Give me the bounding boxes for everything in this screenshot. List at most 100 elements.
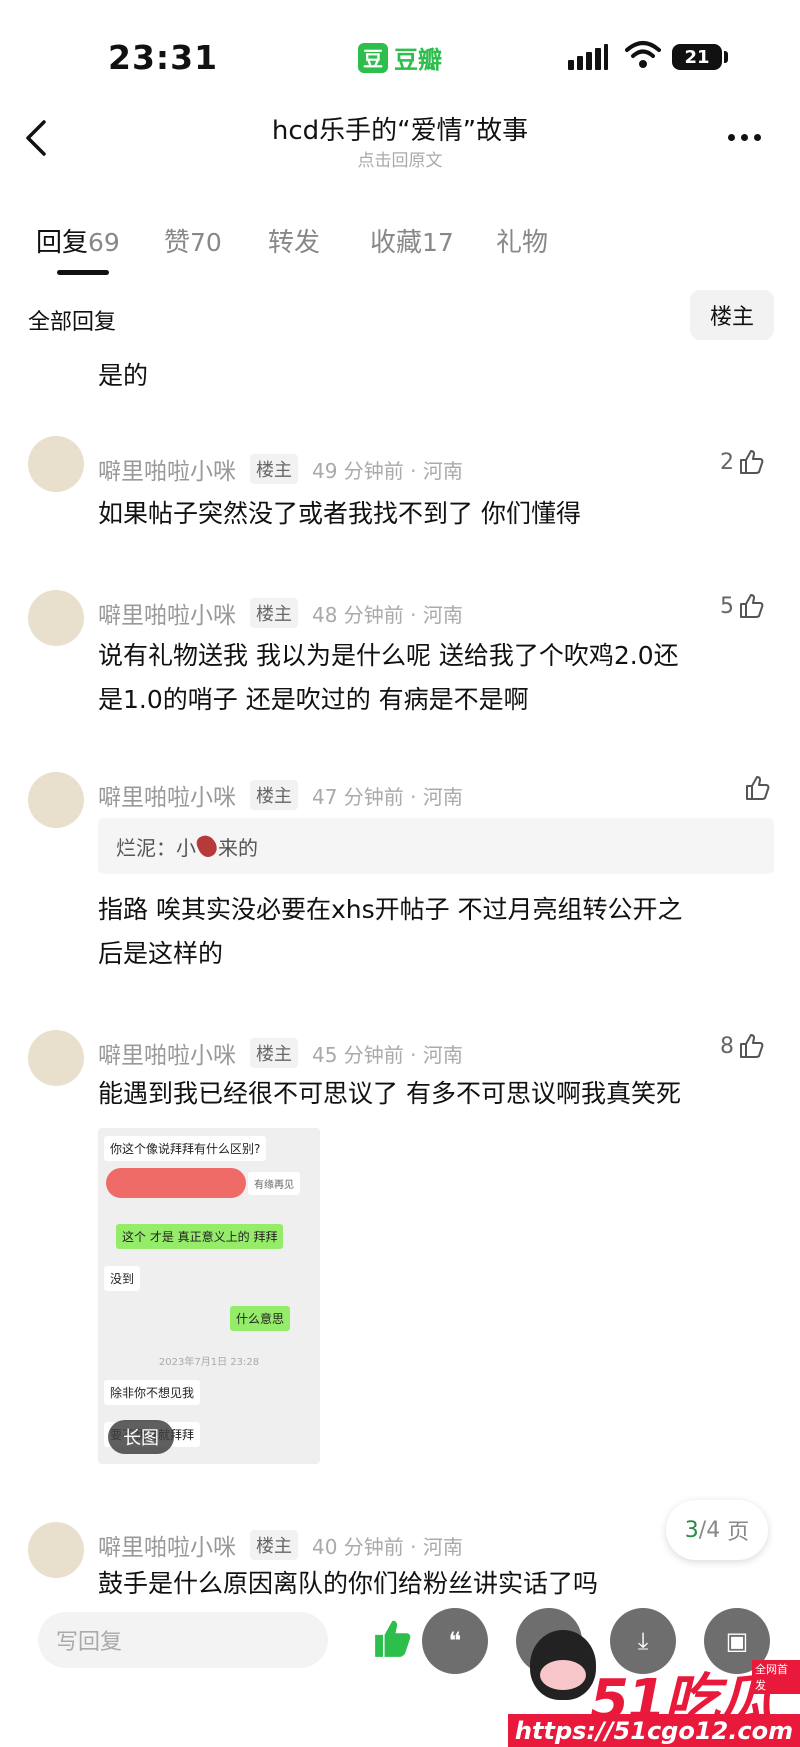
redaction-scribble [106, 1168, 246, 1198]
avatar[interactable] [28, 1522, 84, 1578]
comment-text: 说有礼物送我 我以为是什么呢 送给我了个吹鸡2.0还 [98, 641, 679, 670]
current-page: 3 [684, 1517, 699, 1543]
tab-gifts[interactable]: 礼物 [496, 222, 548, 259]
comment-header: 噼里啪啦小咪 楼主 49 分钟前 · 河南 [98, 452, 463, 486]
quote-text: 烂泥：小 [116, 835, 196, 860]
comment-text: 如果帖子突然没了或者我找不到了 你们懂得 [98, 499, 581, 528]
tab-count: 69 [88, 228, 120, 257]
avatar[interactable] [28, 436, 84, 492]
like-button[interactable] [744, 774, 772, 802]
douban-app-icon: 豆 [358, 42, 388, 73]
chat-message: 你这个像说拜拜有什么区别? [104, 1136, 267, 1161]
reply-input[interactable]: 写回复 [38, 1612, 328, 1668]
watermark-mascot-face [540, 1660, 586, 1690]
quote-text: 来的 [218, 835, 258, 860]
chat-timestamp: 2023年7月1日 23:28 [158, 1357, 260, 1368]
like-count: 2 [720, 449, 734, 475]
thumbs-up-icon [746, 776, 770, 800]
page-title: hcd乐手的“爱情”故事 [271, 116, 529, 146]
avatar[interactable] [28, 1030, 84, 1086]
avatar[interactable] [28, 772, 84, 828]
comment-text: 是的 [98, 361, 149, 390]
commenter-name[interactable]: 噼里啪啦小咪 [98, 452, 236, 486]
status-app-name: 豆瓣 [394, 46, 442, 74]
commenter-name[interactable]: 噼里啪啦小咪 [98, 1036, 236, 1070]
comment-meta: 48 分钟前 · 河南 [312, 602, 463, 627]
comment-text: 后是这样的 [98, 939, 224, 968]
chat-message: 有缘再见 [248, 1172, 300, 1195]
comment-header: 噼里啪啦小咪 楼主 47 分钟前 · 河南 [98, 778, 463, 812]
all-replies-heading: 全部回复 [28, 310, 117, 335]
cellular-signal-icon [568, 44, 608, 70]
gift-icon: ▣ [725, 1627, 749, 1655]
chat-message: 这个 才是 真正意义上的 拜拜 [116, 1224, 284, 1249]
commenter-name[interactable]: 噼里啪啦小咪 [98, 1528, 236, 1562]
tab-count: 70 [190, 228, 222, 257]
comment-meta: 40 分钟前 · 河南 [312, 1534, 463, 1559]
quoted-reply[interactable]: 烂泥：小 来的 [98, 818, 774, 874]
quote-reply-button[interactable]: ❝ [422, 1608, 488, 1674]
tab-favorites[interactable]: 收藏17 [370, 222, 454, 259]
commenter-name[interactable]: 噼里啪啦小咪 [98, 596, 236, 630]
chat-message: 没到 [104, 1266, 141, 1291]
comment-meta: 47 分钟前 · 河南 [312, 784, 463, 809]
sweet-potato-emoji-icon [194, 832, 220, 860]
thumbs-up-icon [740, 594, 764, 618]
attached-chat-screenshot[interactable]: 你这个像说拜拜有什么区别? 有缘再见 这个 才是 真正意义上的 拜拜 没到 什么… [98, 1128, 320, 1464]
page-unit: 页 [727, 1520, 750, 1545]
comment-header: 噼里啪啦小咪 楼主 40 分钟前 · 河南 [98, 1528, 463, 1562]
op-badge: 楼主 [250, 454, 298, 484]
comment-meta: 45 分钟前 · 河南 [312, 1042, 463, 1067]
chat-message: 除非你不想见我 [104, 1380, 201, 1405]
status-app-indicator: 豆 豆瓣 [358, 40, 442, 75]
like-button[interactable]: 5 [720, 592, 766, 620]
tab-label: 收藏 [370, 228, 423, 258]
watermark-tagline: 全网首发 [752, 1660, 800, 1694]
like-count: 5 [720, 593, 734, 619]
chat-message: 什么意思 [230, 1306, 291, 1331]
comment-text: 能遇到我已经很不可思议了 有多不可思议啊我真笑死 [98, 1079, 681, 1108]
page-indicator[interactable]: 3/4 页 [666, 1500, 768, 1560]
download-icon: ⤓ [637, 1627, 649, 1655]
comment-meta: 49 分钟前 · 河南 [312, 458, 463, 483]
thumbs-up-icon [740, 1034, 764, 1058]
tab-label: 赞 [164, 228, 191, 258]
status-time: 23:31 [108, 38, 219, 77]
comment-text: 指路 唉其实没必要在xhs开帖子 不过月亮组转公开之 [98, 895, 683, 924]
comment-text: 是1.0的哨子 还是吹过的 有病是不是啊 [98, 685, 529, 714]
total-pages: /4 [698, 1517, 721, 1543]
battery-icon: 21 [672, 44, 722, 70]
comment-header: 噼里啪啦小咪 楼主 45 分钟前 · 河南 [98, 1036, 463, 1070]
tab-likes[interactable]: 赞70 [164, 222, 222, 259]
tab-label: 转发 [268, 228, 321, 258]
comment-header: 噼里啪啦小咪 楼主 48 分钟前 · 河南 [98, 596, 463, 630]
commenter-name[interactable]: 噼里啪啦小咪 [98, 778, 236, 812]
like-post-button[interactable] [372, 1616, 416, 1664]
like-button[interactable]: 2 [720, 448, 766, 476]
tab-replies[interactable]: 回复69 [36, 222, 120, 259]
avatar[interactable] [28, 590, 84, 646]
tab-label: 回复 [36, 228, 89, 258]
long-image-badge: 长图 [108, 1420, 174, 1454]
comment-text: 鼓手是什么原因离队的你们给粉丝讲实话了吗 [98, 1569, 599, 1598]
like-button[interactable]: 8 [720, 1032, 766, 1060]
more-dot [728, 134, 735, 141]
tab-label: 礼物 [496, 228, 549, 258]
more-dot [754, 134, 761, 141]
watermark-url: https://51cgo12.com [508, 1714, 800, 1747]
op-badge: 楼主 [250, 1530, 298, 1560]
op-badge: 楼主 [250, 780, 298, 810]
back-to-original-link[interactable]: 点击回原文 [0, 146, 800, 171]
more-dot [741, 134, 748, 141]
like-count: 8 [720, 1033, 734, 1059]
more-options-button[interactable] [728, 134, 761, 141]
battery-tip [724, 51, 728, 63]
thumbs-up-icon [375, 1620, 411, 1657]
tab-reposts[interactable]: 转发 [268, 222, 320, 259]
quote-icon: ❝ [448, 1627, 462, 1655]
tab-count: 17 [422, 228, 454, 257]
wifi-icon [625, 40, 661, 74]
thumbs-up-icon [740, 450, 764, 474]
active-tab-indicator [57, 270, 109, 275]
op-only-filter-button[interactable]: 楼主 [690, 290, 774, 340]
